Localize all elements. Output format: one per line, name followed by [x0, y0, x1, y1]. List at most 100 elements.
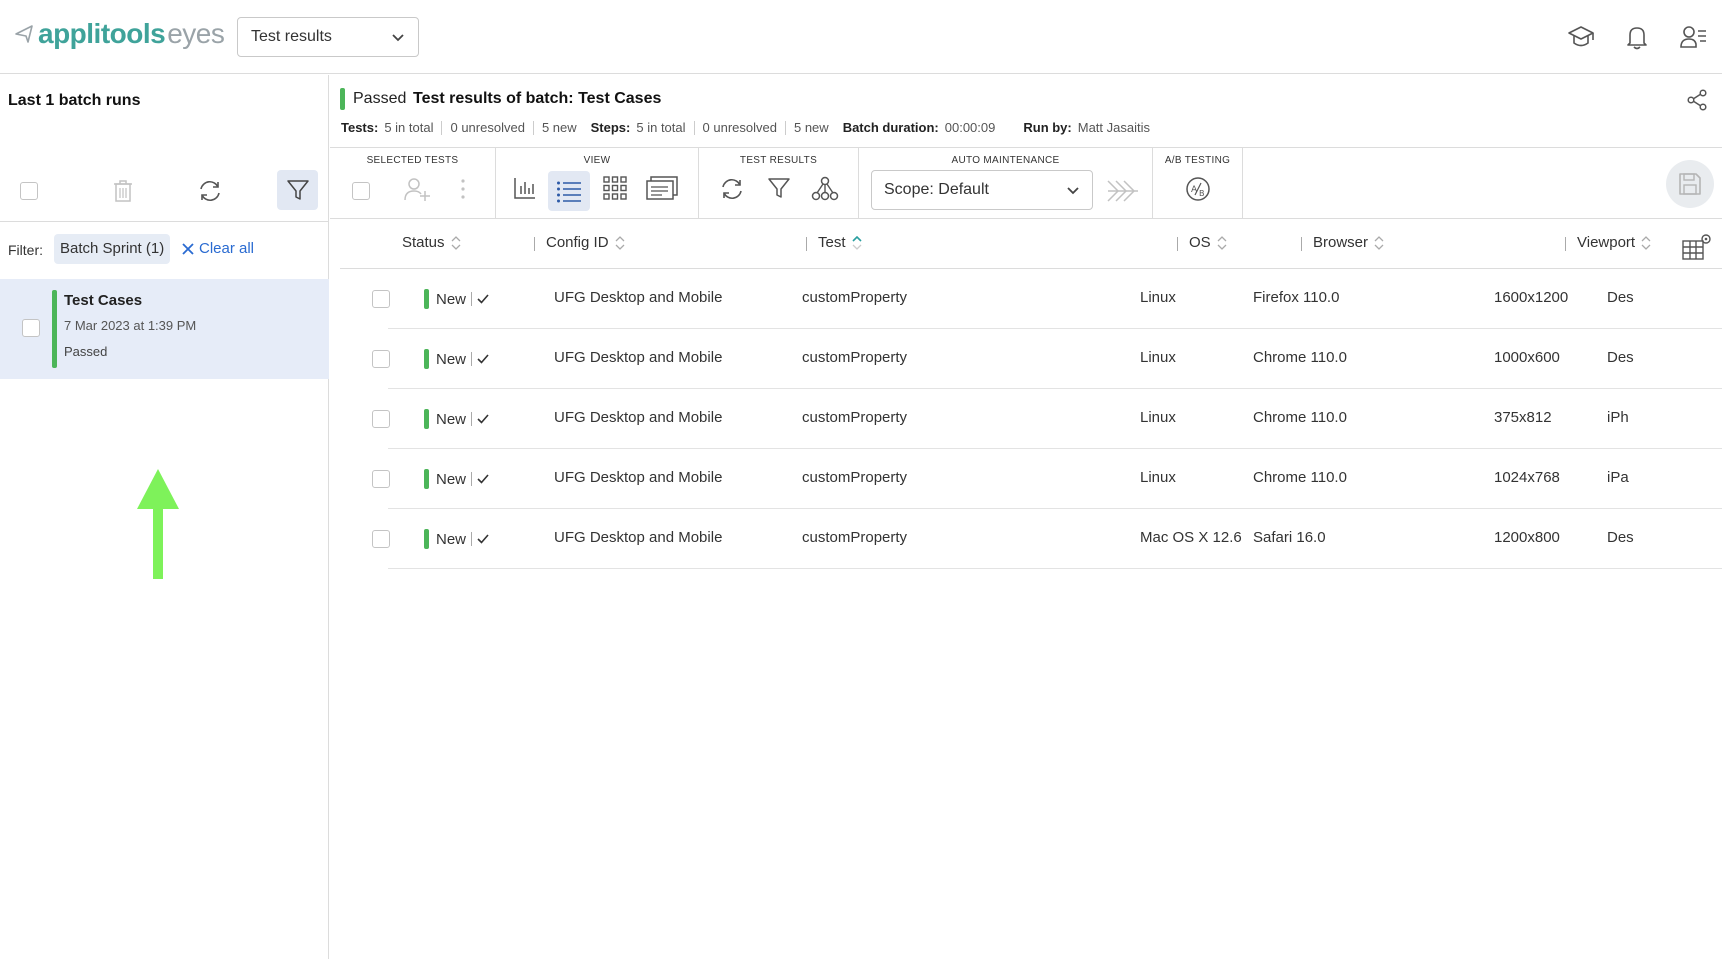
column-settings-icon[interactable] — [1682, 233, 1712, 261]
sort-icon — [1374, 235, 1384, 250]
graduation-cap-icon[interactable] — [1566, 22, 1596, 52]
browser-cell: Firefox 110.0 — [1253, 289, 1340, 306]
ab-testing-label: A/B TESTING — [1164, 155, 1231, 166]
filter-results-icon[interactable] — [767, 176, 791, 200]
table-row[interactable]: New UFG Desktop and Mobile customProperty L… — [372, 389, 1722, 449]
table-row[interactable]: New UFG Desktop and Mobile customProperty M… — [372, 509, 1722, 569]
filter-chip[interactable]: Batch Sprint (1) — [54, 234, 171, 264]
user-menu-icon[interactable] — [1678, 22, 1708, 52]
column-header-test[interactable]: Test — [806, 234, 862, 251]
row-checkbox[interactable] — [372, 410, 390, 428]
refresh-icon[interactable] — [197, 178, 223, 204]
more-vertical-icon[interactable] — [460, 176, 466, 202]
sort-ascending-icon — [851, 235, 862, 250]
status-label: New — [436, 470, 467, 488]
chevron-down-icon — [1067, 187, 1079, 195]
viewport-cell: 1200x800 — [1494, 529, 1560, 546]
select-all-batches-checkbox[interactable] — [20, 182, 38, 200]
device-cell: Des — [1607, 349, 1634, 366]
column-header-status[interactable]: Status — [402, 234, 461, 251]
scope-select[interactable]: Scope: Default — [871, 170, 1093, 210]
list-view-button[interactable] — [548, 171, 590, 211]
table-row[interactable]: New UFG Desktop and Mobile customProperty L… — [372, 449, 1722, 509]
batch-duration: 00:00:09 — [944, 120, 996, 135]
run-by-value: Matt Jasaitis — [1077, 120, 1150, 135]
details-view-icon[interactable] — [646, 176, 678, 202]
column-header-os[interactable]: OS — [1177, 234, 1227, 251]
column-header-viewport[interactable]: Viewport — [1565, 234, 1651, 251]
apply-maintenance-icon[interactable] — [1106, 179, 1140, 203]
steps-unresolved: 0 unresolved — [702, 120, 777, 135]
test-results-group: TEST RESULTS — [699, 148, 859, 218]
test-name-cell: customProperty — [802, 289, 908, 306]
column-browser-label: Browser — [1313, 234, 1369, 251]
chart-view-icon[interactable] — [513, 176, 537, 200]
check-icon — [477, 534, 489, 544]
up-arrow-annotation-icon — [137, 469, 179, 579]
auto-maintenance-group: AUTO MAINTENANCE Scope: Default — [859, 148, 1153, 218]
chevron-down-icon — [392, 34, 404, 42]
test-name-cell: customProperty — [802, 529, 908, 546]
batch-checkbox[interactable] — [22, 319, 40, 337]
batch-name: Test Cases — [64, 292, 143, 309]
batch-item[interactable]: Test Cases 7 Mar 2023 at 1:39 PM Passed — [0, 279, 329, 379]
ab-testing-icon[interactable]: AB — [1185, 176, 1211, 202]
select-all-tests-checkbox[interactable] — [352, 182, 370, 200]
applitools-logo[interactable]: applitools eyes — [14, 18, 225, 50]
row-checkbox[interactable] — [372, 290, 390, 308]
share-icon[interactable] — [1686, 89, 1708, 111]
config-id-cell: UFG Desktop and Mobile — [554, 289, 723, 306]
status-label: New — [436, 530, 467, 548]
clear-all-link[interactable]: Clear all — [182, 240, 254, 257]
refresh-results-icon[interactable] — [719, 176, 745, 202]
filter-button[interactable] — [277, 170, 318, 210]
column-status-label: Status — [402, 234, 445, 251]
save-button[interactable] — [1666, 160, 1714, 208]
logo-text-applitools: applitools — [38, 18, 166, 49]
row-checkbox[interactable] — [372, 350, 390, 368]
logo-mark-icon — [15, 25, 33, 43]
status-cell: New — [424, 469, 489, 489]
status-cell: New — [424, 529, 489, 549]
test-name-cell: customProperty — [802, 469, 908, 486]
sort-icon — [1641, 235, 1651, 250]
list-view-icon — [557, 181, 581, 203]
tests-unresolved: 0 unresolved — [450, 120, 525, 135]
config-id-cell: UFG Desktop and Mobile — [554, 529, 723, 546]
device-cell: iPh — [1607, 409, 1629, 426]
config-id-cell: UFG Desktop and Mobile — [554, 469, 723, 486]
filter-label: Filter: — [8, 242, 43, 258]
column-header-browser[interactable]: Browser — [1301, 234, 1384, 251]
column-header-config-id[interactable]: Config ID — [534, 234, 625, 251]
table-row[interactable]: New UFG Desktop and Mobile customProperty L… — [372, 329, 1722, 389]
viewport-cell: 1024x768 — [1494, 469, 1560, 486]
close-icon — [182, 242, 194, 255]
trash-icon[interactable] — [111, 178, 135, 204]
batch-result-status: Passed — [353, 90, 407, 107]
column-os-label: OS — [1189, 234, 1211, 251]
bell-icon[interactable] — [1622, 22, 1652, 52]
batch-list-toolbar — [0, 170, 329, 210]
table-header: Status Config ID Test OS Browser Viewpor… — [340, 219, 1722, 269]
os-cell: Mac OS X 12.6 — [1140, 529, 1242, 546]
browser-cell: Safari 16.0 — [1253, 529, 1326, 546]
selected-tests-label: SELECTED TESTS — [366, 155, 459, 166]
status-bar — [424, 409, 429, 429]
assign-user-icon[interactable] — [403, 176, 431, 202]
status-cell: New — [424, 289, 489, 309]
batch-results-header: Passed Test results of batch: Test Cases… — [330, 75, 1722, 148]
view-select[interactable]: Test results — [237, 17, 419, 57]
batch-list-panel: Last 1 batch runs Filter: Batch Sprint (… — [0, 75, 329, 959]
tests-label: Tests: — [341, 120, 379, 135]
group-by-icon[interactable] — [811, 176, 839, 202]
test-name-cell: customProperty — [802, 349, 908, 366]
batch-date: 7 Mar 2023 at 1:39 PM — [64, 318, 197, 333]
row-checkbox[interactable] — [372, 470, 390, 488]
table-row[interactable]: New UFG Desktop and Mobile customProperty L… — [372, 269, 1722, 329]
grid-view-icon[interactable] — [603, 176, 627, 200]
row-checkbox[interactable] — [372, 530, 390, 548]
viewport-cell: 1000x600 — [1494, 349, 1560, 366]
view-select-value: Test results — [251, 28, 332, 45]
test-name-cell: customProperty — [802, 409, 908, 426]
steps-new: 5 new — [793, 120, 829, 135]
